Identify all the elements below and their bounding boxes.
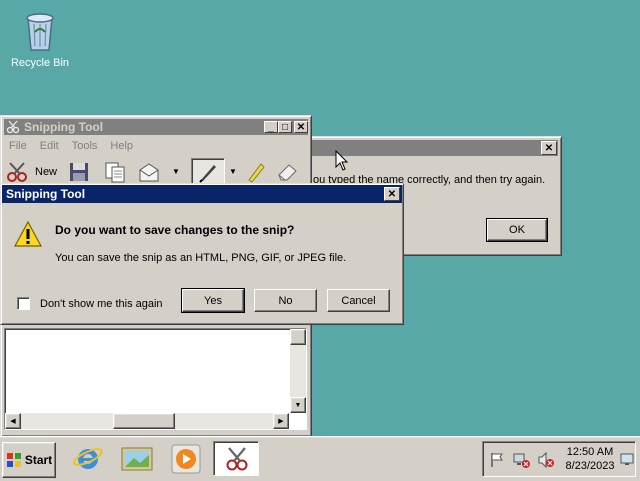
snipping-tool-taskbar-button[interactable]	[213, 441, 259, 476]
save-dialog-close-button[interactable]: ✕	[384, 187, 400, 201]
horizontal-scroll-thumb[interactable]	[113, 413, 175, 429]
cancel-button[interactable]: Cancel	[327, 289, 390, 312]
new-snip-button[interactable]: New	[5, 158, 57, 186]
snipping-tool-title: Snipping Tool	[24, 120, 104, 134]
show-desktop-icon[interactable]	[620, 452, 634, 469]
scroll-down-button[interactable]: ▼	[290, 397, 306, 413]
menu-tools[interactable]: Tools	[72, 140, 98, 152]
save-icon[interactable]	[67, 160, 91, 184]
save-dialog-body: You can save the snip as an HTML, PNG, G…	[55, 252, 347, 264]
send-dropdown-chevron-icon[interactable]: ▼	[172, 167, 180, 176]
error-dialog-close-button[interactable]: ✕	[541, 141, 557, 155]
dont-show-checkbox[interactable]: Don't show me this again	[17, 297, 163, 310]
save-dialog-titlebar: Snipping Tool ✕	[2, 185, 402, 203]
explorer-folder-icon[interactable]	[120, 442, 154, 474]
snipping-tool-app-icon	[6, 120, 22, 134]
menu-file[interactable]: File	[9, 140, 27, 152]
scroll-left-button[interactable]: ◀	[5, 413, 21, 429]
clock-date: 8/23/2023	[565, 460, 615, 472]
recycle-bin-icon	[16, 6, 64, 54]
windows-logo-icon	[6, 452, 22, 468]
save-dialog-title: Snipping Tool	[6, 187, 86, 201]
maximize-button[interactable]: □	[278, 121, 292, 133]
internet-explorer-icon[interactable]	[72, 442, 104, 474]
network-disconnected-icon[interactable]	[513, 452, 531, 471]
close-button[interactable]: ✕	[294, 121, 308, 133]
snipping-tool-taskbar-icon	[223, 445, 251, 476]
save-changes-dialog: Snipping Tool ✕ Do you want to save chan…	[0, 183, 404, 325]
save-dialog-heading: Do you want to save changes to the snip?	[55, 223, 295, 237]
yes-button[interactable]: Yes	[181, 288, 245, 313]
scroll-right-button[interactable]: ▶	[273, 413, 289, 429]
start-button[interactable]: Start	[2, 442, 56, 478]
send-snip-icon[interactable]	[137, 160, 161, 184]
horizontal-scrollbar[interactable]: ◀ ▶	[5, 413, 289, 429]
system-tray: 12:50 AM 8/23/2023	[482, 441, 636, 477]
recycle-bin-desktop-icon[interactable]: Recycle Bin	[8, 6, 72, 69]
new-label: New	[35, 166, 58, 178]
vertical-scrollbar[interactable]: ▼	[290, 329, 306, 413]
volume-muted-icon[interactable]	[537, 451, 555, 471]
media-player-icon[interactable]	[170, 443, 202, 475]
menu-edit[interactable]: Edit	[40, 140, 59, 152]
eraser-icon[interactable]	[275, 160, 299, 184]
clock-time: 12:50 AM	[566, 446, 614, 458]
menu-bar: File Edit Tools Help	[9, 140, 133, 152]
mouse-cursor-icon	[335, 149, 349, 172]
vertical-scroll-thumb[interactable]	[290, 329, 306, 345]
highlighter-icon[interactable]	[243, 160, 267, 184]
ok-button[interactable]: OK	[486, 218, 548, 242]
snip-canvas[interactable]: ▼ ◀ ▶	[4, 328, 307, 430]
taskbar: Start 12:50 AM 8/23/2023	[0, 436, 640, 481]
scissors-icon	[5, 160, 29, 184]
recycle-bin-label: Recycle Bin	[10, 57, 70, 69]
warning-icon	[13, 220, 43, 248]
minimize-button[interactable]: _	[264, 121, 278, 133]
pen-dropdown-chevron-icon[interactable]: ▼	[229, 167, 237, 176]
snipping-tool-titlebar: Snipping Tool _ □ ✕	[4, 119, 308, 135]
copy-icon[interactable]	[103, 160, 127, 184]
pen-button[interactable]	[191, 158, 225, 186]
menu-help[interactable]: Help	[110, 140, 133, 152]
checkbox-box[interactable]	[17, 297, 30, 310]
no-button[interactable]: No	[254, 289, 317, 312]
action-center-flag-icon[interactable]	[489, 452, 505, 471]
clock[interactable]: 12:50 AM 8/23/2023	[561, 445, 619, 473]
checkbox-label: Don't show me this again	[40, 297, 163, 310]
start-label: Start	[24, 453, 53, 467]
